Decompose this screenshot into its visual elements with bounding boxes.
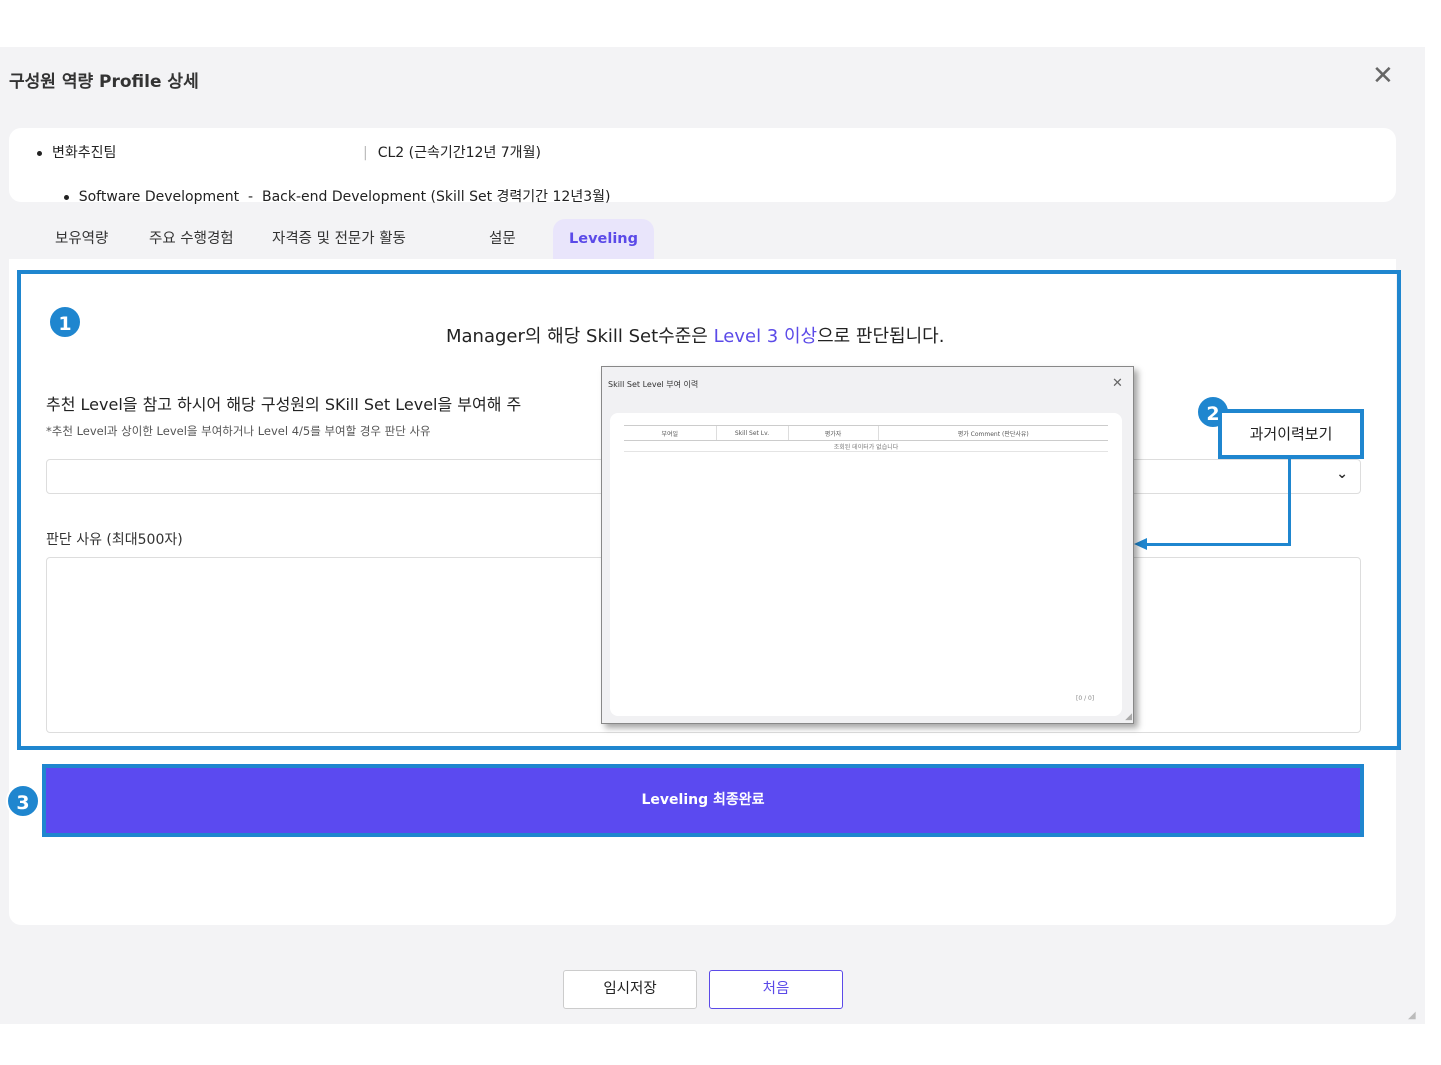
resize-handle-icon[interactable]: ◢ (1125, 712, 1132, 722)
empty-message: 조회된 데이터가 없습니다 (624, 440, 1108, 452)
tab-experience[interactable]: 주요 수행경험 (149, 219, 234, 259)
team-name: 변화추진팀 (52, 145, 117, 161)
temp-save-button[interactable]: 임시저장 (563, 970, 697, 1009)
chevron-down-icon: ⌄ (1336, 466, 1348, 482)
arrow-left-icon (1134, 538, 1147, 550)
recommend-title: 추천 Level을 참고 하시어 해당 구성원의 SKill Set Level… (46, 395, 522, 414)
col-comment: 평가 Comment (판단사유) (877, 425, 1108, 441)
bullet-icon (37, 150, 42, 156)
reason-label: 판단 사유 (최대500자) (46, 532, 183, 548)
tab-competency[interactable]: 보유역량 (55, 219, 108, 259)
popup-content: 부여일 Skill Set Lv. 평가자 평가 Comment (판단사유) … (610, 413, 1122, 716)
callout-arrow-line (1147, 543, 1291, 546)
member-info-card: 변화추진팀 | CL2 (근속기간12년 7개월) Software Develo… (9, 128, 1396, 205)
highlight-box-3: Leveling 최종완료 (42, 764, 1364, 837)
tab-leveling[interactable]: Leveling (553, 219, 655, 259)
tab-survey[interactable]: 설문 (489, 219, 516, 259)
level-judgement: Manager의 해당 Skill Set수준은 Level 3 이상으로 판단… (446, 326, 945, 347)
close-icon[interactable]: ✕ (1372, 61, 1394, 91)
step-badge-3: 3 (6, 784, 40, 818)
table-header-row: 부여일 Skill Set Lv. 평가자 평가 Comment (판단사유) (624, 425, 1108, 441)
recommend-note: *추천 Level과 상이한 Level을 부여하거나 Level 4/5를 부… (46, 424, 431, 438)
step-badge-1: 1 (48, 305, 82, 339)
col-date: 부여일 (624, 425, 716, 441)
history-view-button[interactable]: 과거이력보기 (1218, 409, 1364, 459)
cl-info: | CL2 (근속기간12년 7개월) (363, 145, 541, 161)
leveling-complete-button[interactable]: Leveling 최종완료 (46, 768, 1360, 833)
skill-path: Software Development - Back-end Developm… (78, 189, 611, 205)
history-table: 부여일 Skill Set Lv. 평가자 평가 Comment (판단사유) … (624, 425, 1108, 452)
bullet-icon (63, 194, 69, 200)
info-line-team: 변화추진팀 | CL2 (근속기간12년 7개월) (37, 142, 541, 162)
page-count: [0 / 0] (1076, 695, 1095, 702)
col-level: Skill Set Lv. (715, 425, 788, 441)
tab-certificates[interactable]: 자격증 및 전문가 활동 (272, 219, 406, 259)
callout-arrow-line (1288, 459, 1291, 546)
first-button[interactable]: 처음 (709, 970, 843, 1009)
judged-level: Level 3 이상 (713, 326, 818, 347)
resize-handle-icon[interactable]: ◢ (1408, 1010, 1416, 1021)
history-popup: Skill Set Level 부여 이력 ✕ 부여일 Skill Set Lv… (601, 366, 1134, 724)
table-row: 조회된 데이터가 없습니다 (624, 440, 1108, 452)
popup-close-icon[interactable]: ✕ (1112, 376, 1123, 391)
info-line-skill: Software Development - Back-end Developm… (37, 170, 610, 222)
col-evaluator: 평가자 (787, 425, 878, 441)
dialog-title: 구성원 역량 Profile 상세 (9, 72, 199, 92)
popup-title: Skill Set Level 부여 이력 (608, 380, 699, 389)
